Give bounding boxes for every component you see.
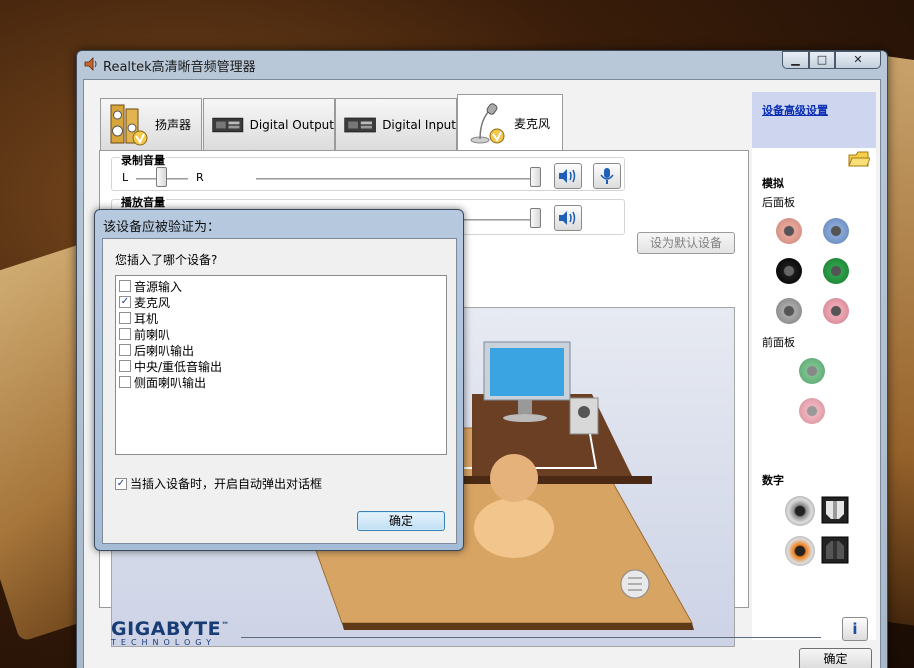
volume-icon [559,169,576,183]
digital-input-icon [344,117,376,132]
back-jack-green[interactable] [823,258,849,284]
back-jack-blue[interactable] [823,218,849,244]
option-label: 耳机 [134,311,159,326]
front-jack-pink[interactable] [799,398,825,424]
back-jack-black[interactable] [776,258,802,284]
maximize-button[interactable]: □ [809,51,835,69]
dialog-ok-button[interactable]: 确定 [357,511,445,531]
auto-popup-checkbox[interactable]: ✓ [115,477,127,490]
microphone-icon [470,103,505,144]
logo-main-text: GIGABYTE [111,618,222,640]
advanced-settings-box: 设备高级设置 [752,92,876,148]
auto-popup-label: 当插入设备时，开启自动弹出对话框 [130,477,323,491]
optical-port-out-icon[interactable] [821,536,849,564]
tab-microphone[interactable]: 麦克风 [457,94,563,151]
recording-volume-thumb[interactable] [530,167,541,187]
tab-label: Digital Input [382,117,456,132]
option-label: 侧面喇叭输出 [134,375,207,390]
recording-input-button[interactable] [593,163,621,189]
option-label: 后喇叭输出 [134,343,195,358]
bottom-divider [241,637,821,638]
speaker-icon [110,104,148,145]
dialog-title: 该设备应被验证为： [103,220,221,235]
dialog-question: 您插入了哪个设备? [115,253,218,267]
option-label: 前喇叭 [134,327,171,342]
device-verify-dialog: 该设备应被验证为： 您插入了哪个设备? 音源输入 ✓ 麦克风 耳机 前喇叭 后喇叭… [94,209,464,551]
checkbox[interactable] [119,312,131,324]
option-rear-speaker[interactable]: 后喇叭输出 [119,342,443,358]
folder-icon[interactable] [848,150,870,168]
option-label: 麦克风 [134,295,171,310]
digital-output-icon [212,117,244,132]
option-label: 音源输入 [134,279,183,294]
logo-tm: ™ [221,620,230,630]
tab-label: 麦克风 [514,116,551,131]
back-jack-pink[interactable] [823,298,849,324]
tab-label: Digital Output [249,117,334,132]
checkbox[interactable] [119,376,131,388]
minimize-button[interactable]: ▁ [782,51,809,69]
title-bar[interactable]: Realtek高清晰音频管理器 ▁ □ ✕ [77,51,887,77]
window-title: Realtek高清晰音频管理器 [103,60,256,75]
info-button[interactable]: i [842,617,868,641]
checkbox-checked[interactable]: ✓ [119,296,131,308]
right-channel-label: R [196,171,204,184]
front-panel-label: 前面板 [762,336,795,349]
digital-coax-jack-black[interactable] [785,496,815,526]
tab-speaker[interactable]: 扬声器 [100,98,202,150]
checkbox[interactable] [119,280,131,292]
microphone-monitor-icon [600,168,614,184]
option-microphone[interactable]: ✓ 麦克风 [119,294,443,310]
recording-volume-track [256,178,536,180]
device-options-list: 音源输入 ✓ 麦克风 耳机 前喇叭 后喇叭输出 中央/重低音输出 侧面喇叭输出 [115,275,447,455]
option-label: 中央/重低音输出 [134,359,223,374]
option-line-in[interactable]: 音源输入 [119,278,443,294]
auto-popup-option[interactable]: ✓ 当插入设备时，开启自动弹出对话框 [115,475,322,492]
tab-digital-input[interactable]: Digital Input [335,98,457,150]
balance-slider-thumb[interactable] [156,167,167,187]
speaker-app-icon [84,57,97,71]
optical-port-icon[interactable] [821,496,849,524]
tab-label: 扬声器 [155,118,192,132]
checkbox[interactable] [119,360,131,372]
recording-mute-button[interactable] [554,163,582,189]
back-jack-gray[interactable] [776,298,802,324]
logo-sub-text: TECHNOLOGY [111,638,216,647]
option-side-speaker[interactable]: 侧面喇叭输出 [119,374,443,390]
recording-volume-group: 录制音量 L R [111,152,625,191]
digital-label: 数字 [762,474,784,487]
playback-volume-thumb[interactable] [530,208,541,228]
option-center-subwoofer[interactable]: 中央/重低音输出 [119,358,443,374]
recording-volume-title: 录制音量 [120,152,166,168]
option-front-speaker[interactable]: 前喇叭 [119,326,443,342]
checkbox[interactable] [119,344,131,356]
connector-panel: 设备高级设置 模拟 后面板 前面板 数字 [752,92,876,640]
digital-coax-jack-orange[interactable] [785,536,815,566]
advanced-settings-link[interactable]: 设备高级设置 [762,102,828,118]
set-default-device-button[interactable]: 设为默认设备 [637,232,735,254]
checkbox[interactable] [119,328,131,340]
gigabyte-logo: GIGABYTE™ TECHNOLOGY [111,618,230,647]
analog-label: 模拟 [762,177,784,190]
volume-icon [559,211,576,225]
close-button[interactable]: ✕ [835,51,881,69]
option-headphone[interactable]: 耳机 [119,310,443,326]
playback-mute-button[interactable] [554,205,582,231]
back-jack-pink-orange[interactable] [776,218,802,244]
tab-digital-output[interactable]: Digital Output [203,98,335,150]
main-ok-button[interactable]: 确定 [799,648,872,668]
front-jack-green[interactable] [799,358,825,384]
left-channel-label: L [122,171,129,184]
playback-volume-title: 播放音量 [120,194,166,210]
back-panel-label: 后面板 [762,196,795,209]
dialog-body: 您插入了哪个设备? 音源输入 ✓ 麦克风 耳机 前喇叭 后喇叭输出 中央/重低音输… [102,238,457,544]
